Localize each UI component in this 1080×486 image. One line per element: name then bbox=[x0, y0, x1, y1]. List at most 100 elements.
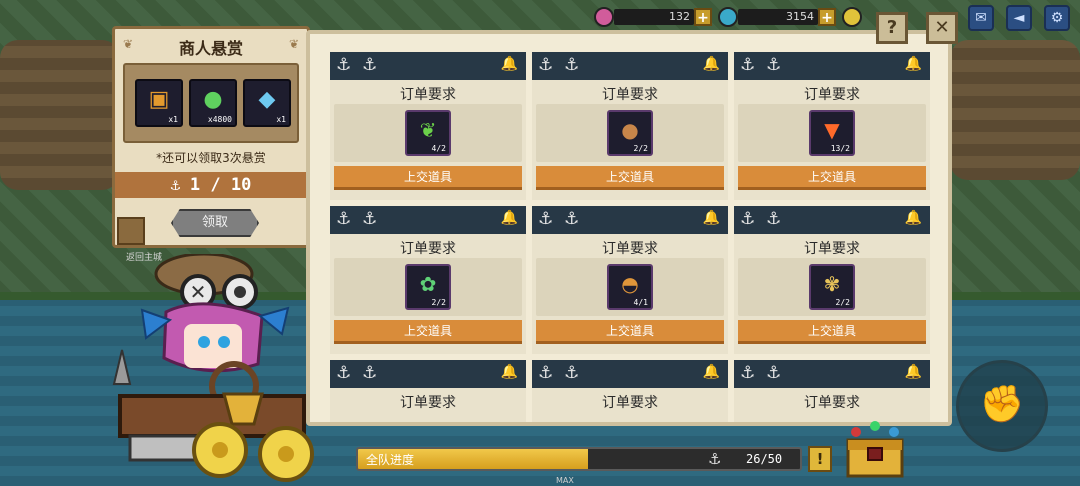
anchor-icon: ⚓ bbox=[740, 209, 756, 229]
order-card: ⚓ ⚓ 🔔 订单要求 bbox=[330, 360, 526, 422]
gold-icon bbox=[842, 7, 862, 27]
anchor-icon: ⚓ bbox=[564, 363, 580, 383]
order-item-slot[interactable]: ✾ 2/2 bbox=[809, 264, 855, 310]
team-progress-count: 26/50 bbox=[746, 452, 783, 466]
settings-icon: ⚙ bbox=[1050, 10, 1064, 26]
rock-wall-right bbox=[950, 40, 1080, 180]
bell-icon[interactable]: 🔔 bbox=[905, 364, 922, 380]
crystal-value: 3154 bbox=[738, 9, 818, 25]
carrot-icon: ▼ bbox=[824, 118, 840, 142]
anchor-icon: ⚓ bbox=[362, 363, 378, 383]
submit-item-button[interactable]: 上交道具 bbox=[334, 320, 522, 344]
order-item-area: ❦ 4/2 bbox=[334, 104, 522, 162]
anchor-icon: ⚓ bbox=[336, 55, 352, 75]
submit-item-button[interactable]: 上交道具 bbox=[536, 320, 724, 344]
back-to-town-button[interactable] bbox=[117, 217, 145, 245]
bell-icon[interactable]: 🔔 bbox=[703, 56, 720, 72]
close-button[interactable]: ✕ bbox=[926, 12, 958, 44]
reward-qty: x4800 bbox=[207, 115, 232, 124]
order-item-area: ▼ 13/2 bbox=[738, 104, 926, 162]
order-item-slot[interactable]: ▼ 13/2 bbox=[809, 110, 855, 156]
order-title: 订单要求 bbox=[400, 395, 456, 411]
mail-icon: ✉ bbox=[975, 10, 987, 26]
add-gem-button[interactable]: + bbox=[694, 8, 712, 26]
anchor-icon: ⚓ bbox=[564, 55, 580, 75]
anchor-icon: ⚓ bbox=[564, 209, 580, 229]
sound-button[interactable]: ◄ bbox=[1006, 5, 1032, 31]
submit-item-button[interactable]: 上交道具 bbox=[334, 166, 522, 190]
order-item-qty: 13/2 bbox=[830, 144, 850, 153]
walnut-icon: ● bbox=[621, 118, 639, 142]
team-info-button[interactable]: ! bbox=[808, 446, 832, 472]
order-title: 订单要求 bbox=[602, 395, 658, 411]
order-item-slot[interactable]: ◓ 4/1 bbox=[607, 264, 653, 310]
submit-item-button[interactable]: 上交道具 bbox=[738, 320, 926, 344]
anchor-icon: ⚓ bbox=[538, 209, 554, 229]
order-item-qty: 2/2 bbox=[431, 298, 446, 307]
anchor-icon: ⚓ bbox=[708, 450, 722, 468]
order-item-slot[interactable]: ❦ 4/2 bbox=[405, 110, 451, 156]
claim-button[interactable]: 领取 bbox=[171, 209, 259, 237]
order-card: ⚓ ⚓ 🔔 订单要求 bbox=[532, 360, 728, 422]
action-button[interactable]: ✊ bbox=[956, 360, 1048, 452]
order-card-body: 订单要求 ✿ 2/2 上交道具 bbox=[330, 234, 526, 354]
lettuce-icon: ❦ bbox=[419, 118, 437, 142]
bell-icon[interactable]: 🔔 bbox=[703, 210, 720, 226]
order-card-body: 订单要求 bbox=[532, 388, 728, 422]
order-card: ⚓ ⚓ 🔔 订单要求 ● 2/2 上交道具 bbox=[532, 52, 728, 200]
order-item-slot[interactable]: ● 2/2 bbox=[607, 110, 653, 156]
bell-icon[interactable]: 🔔 bbox=[501, 364, 518, 380]
order-card-body: 订单要求 ✾ 2/2 上交道具 bbox=[734, 234, 930, 354]
order-title: 订单要求 bbox=[804, 87, 860, 103]
order-item-area: ● 2/2 bbox=[536, 104, 724, 162]
merchant-bounty-panel: ❦ ❦ 商人悬赏 ▣ x1 ● x4800 ◆ x1 *还可以领取3次悬赏 ⚓ … bbox=[112, 26, 310, 248]
bell-icon[interactable]: 🔔 bbox=[501, 56, 518, 72]
crystal-icon: ◆ bbox=[258, 87, 276, 112]
anchor-icon: ⚓ bbox=[740, 55, 756, 75]
bounty-progress-text: 1 / 10 bbox=[189, 175, 252, 195]
bell-icon[interactable]: 🔔 bbox=[703, 364, 720, 380]
order-card: ⚓ ⚓ 🔔 订单要求 bbox=[734, 360, 930, 422]
anchor-icon: ⚓ bbox=[766, 55, 782, 75]
reward-qty: x1 bbox=[168, 115, 178, 124]
chest-icon: ▣ bbox=[148, 87, 170, 112]
anchor-icon: ⚓ bbox=[362, 209, 378, 229]
add-crystal-button[interactable]: + bbox=[818, 8, 836, 26]
gem-value: 132 bbox=[614, 9, 694, 25]
submit-item-button[interactable]: 上交道具 bbox=[536, 166, 724, 190]
resource-gem: 132 + bbox=[594, 7, 712, 27]
order-item-qty: 2/2 bbox=[835, 298, 850, 307]
order-card-body: 订单要求 bbox=[330, 388, 526, 422]
anchor-icon: ⚓ bbox=[766, 209, 782, 229]
order-card-header: ⚓ ⚓ 🔔 bbox=[532, 52, 728, 80]
order-item-qty: 2/2 bbox=[633, 144, 648, 153]
anchor-icon: ⚓ bbox=[740, 363, 756, 383]
help-button[interactable]: ? bbox=[876, 12, 908, 44]
order-card-header: ⚓ ⚓ 🔔 bbox=[532, 206, 728, 234]
settings-button[interactable]: ⚙ bbox=[1044, 5, 1070, 31]
gem-icon bbox=[594, 7, 614, 27]
order-item-slot[interactable]: ✿ 2/2 bbox=[405, 264, 451, 310]
submit-item-button[interactable]: 上交道具 bbox=[738, 166, 926, 190]
order-card-header: ⚓ ⚓ 🔔 bbox=[734, 52, 930, 80]
reward-slot-orbs[interactable]: ● x4800 bbox=[189, 79, 237, 127]
order-card-body: 订单要求 ❦ 4/2 上交道具 bbox=[330, 80, 526, 200]
sound-icon: ◄ bbox=[1013, 10, 1025, 26]
team-progress-label: 全队进度 bbox=[366, 453, 415, 467]
bell-icon[interactable]: 🔔 bbox=[905, 56, 922, 72]
order-card-header: ⚓ ⚓ 🔔 bbox=[532, 360, 728, 388]
cabbage-icon: ✿ bbox=[419, 272, 437, 296]
remaining-claims-text: *还可以领取3次悬赏 bbox=[156, 151, 266, 165]
order-item-area: ✿ 2/2 bbox=[334, 258, 522, 316]
burger-icon: ◓ bbox=[621, 272, 639, 296]
order-item-area: ◓ 4/1 bbox=[536, 258, 724, 316]
bell-icon[interactable]: 🔔 bbox=[501, 210, 518, 226]
mail-button[interactable]: ✉ bbox=[968, 5, 994, 31]
order-card-body: 订单要求 ◓ 4/1 上交道具 bbox=[532, 234, 728, 354]
reward-slot-chest[interactable]: ▣ x1 bbox=[135, 79, 183, 127]
reward-slot-crystal[interactable]: ◆ x1 bbox=[243, 79, 291, 127]
anchor-icon: ⚓ bbox=[538, 363, 554, 383]
bell-icon[interactable]: 🔔 bbox=[905, 210, 922, 226]
treasure-chest-reward[interactable] bbox=[844, 418, 906, 480]
fist-icon: ✊ bbox=[979, 384, 1025, 425]
